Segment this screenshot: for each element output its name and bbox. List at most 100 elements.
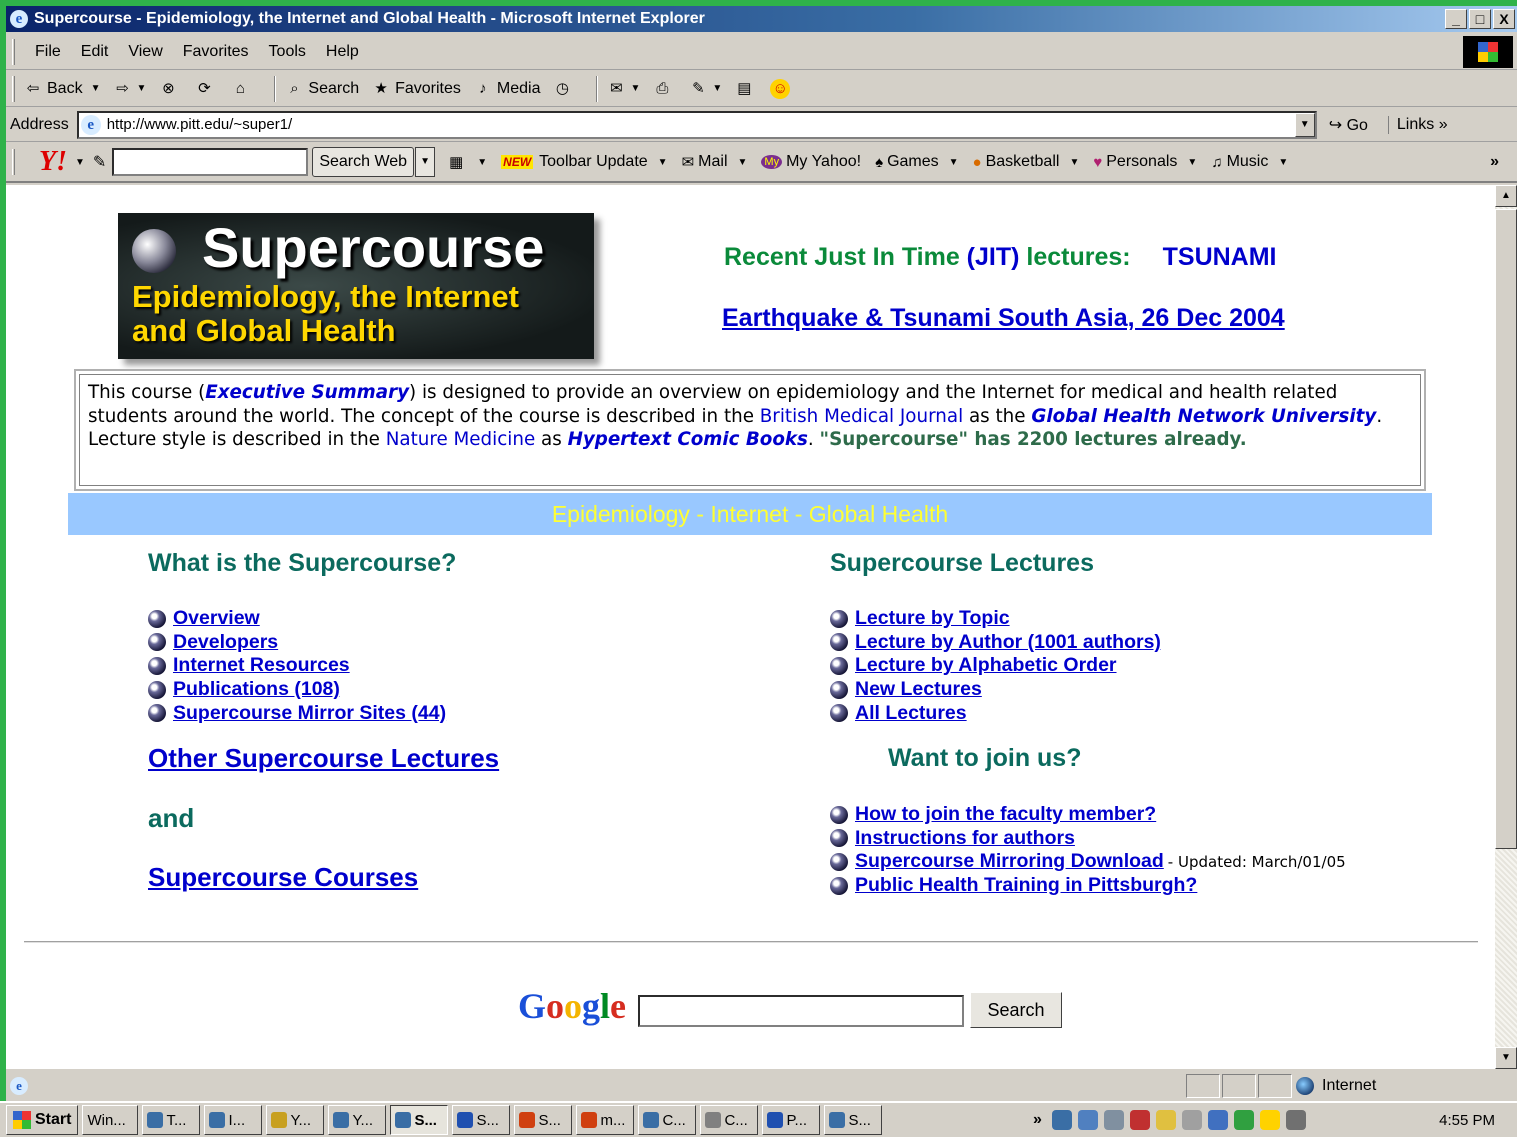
earthquake-tsunami-link[interactable]: Earthquake & Tsunami South Asia, 26 Dec … xyxy=(722,304,1285,333)
stop-button[interactable]: ⊗ xyxy=(158,79,182,99)
lecture-by-topic-link[interactable]: Lecture by Topic xyxy=(855,607,1010,630)
task-button[interactable]: m... xyxy=(576,1105,635,1135)
all-lectures-link[interactable]: All Lectures xyxy=(855,702,967,725)
more-buttons-chevron[interactable]: » xyxy=(1490,153,1499,171)
back-button[interactable]: ⇦ Back ▼ xyxy=(23,79,101,99)
print-button[interactable]: ⎙ xyxy=(652,79,676,99)
volume-icon[interactable] xyxy=(1155,1110,1176,1130)
tray-icon[interactable] xyxy=(1285,1110,1306,1130)
games-button[interactable]: ♠ Games ▼ xyxy=(875,153,958,171)
pencil-icon[interactable]: ✎ xyxy=(93,152,106,172)
highlight-button[interactable]: ▦ ▼ xyxy=(449,153,487,171)
messenger-button[interactable]: ☺ xyxy=(770,78,794,99)
task-button[interactable]: I... xyxy=(204,1105,263,1135)
lecture-alphabetic-link[interactable]: Lecture by Alphabetic Order xyxy=(855,654,1117,677)
bmj-link[interactable]: British Medical Journal xyxy=(760,406,963,427)
personals-button[interactable]: ♥ Personals ▼ xyxy=(1093,153,1197,171)
history-button[interactable]: ◷ xyxy=(552,79,576,99)
discuss-button[interactable]: ▤ xyxy=(734,79,758,99)
yahoo-logo-icon[interactable]: Y! xyxy=(39,146,67,178)
mirror-sites-link[interactable]: Supercourse Mirror Sites (44) xyxy=(173,702,446,725)
hypertext-comic-books-link[interactable]: Hypertext Comic Books xyxy=(568,429,808,450)
close-button[interactable]: X xyxy=(1493,9,1515,29)
menu-tools[interactable]: Tools xyxy=(259,43,316,61)
menu-favorites[interactable]: Favorites xyxy=(173,43,259,61)
other-lectures-link[interactable]: Other Supercourse Lectures xyxy=(148,743,499,774)
overview-link[interactable]: Overview xyxy=(173,607,260,630)
google-search-input[interactable] xyxy=(638,995,964,1027)
basketball-button[interactable]: ● Basketball ▼ xyxy=(973,153,1080,171)
pittsburgh-training-link[interactable]: Public Health Training in Pittsburgh? xyxy=(855,874,1197,897)
quicklaunch-icon[interactable] xyxy=(1103,1110,1124,1130)
task-button[interactable]: Y... xyxy=(266,1105,325,1135)
menu-edit[interactable]: Edit xyxy=(71,43,119,61)
publications-link[interactable]: Publications (108) xyxy=(173,678,340,701)
menu-help[interactable]: Help xyxy=(316,43,369,61)
quicklaunch-icon[interactable] xyxy=(1077,1110,1098,1130)
favorites-button[interactable]: ★ Favorites xyxy=(371,79,461,99)
task-button[interactable]: Y... xyxy=(328,1105,387,1135)
task-button[interactable]: C... xyxy=(638,1105,697,1135)
toolbar-update-button[interactable]: NEW Toolbar Update ▼ xyxy=(501,153,668,171)
quicklaunch-icon[interactable] xyxy=(1129,1110,1150,1130)
menu-file[interactable]: File xyxy=(25,43,71,61)
chevron-down-icon[interactable]: ▼ xyxy=(91,83,101,94)
mail-button[interactable]: ✉ ▼ xyxy=(606,79,640,99)
lecture-by-author-link[interactable]: Lecture by Author (1001 authors) xyxy=(855,631,1161,654)
supercourse-courses-link[interactable]: Supercourse Courses xyxy=(148,862,418,893)
executive-summary-link[interactable]: Executive Summary xyxy=(205,382,409,403)
quicklaunch-ie-icon[interactable] xyxy=(1051,1110,1072,1130)
tray-more-chevron[interactable]: » xyxy=(1033,1111,1042,1129)
vertical-scrollbar[interactable]: ▲ ▼ xyxy=(1495,185,1517,1069)
my-yahoo-button[interactable]: My My Yahoo! xyxy=(761,153,861,171)
search-web-button[interactable]: Search Web xyxy=(312,147,415,177)
maximize-button[interactable]: □ xyxy=(1469,9,1491,29)
go-button[interactable]: ↪ Go xyxy=(1329,115,1368,135)
chevron-down-icon[interactable]: ▼ xyxy=(630,83,640,94)
chevron-down-icon[interactable]: ▼ xyxy=(75,157,85,168)
task-button[interactable]: C... xyxy=(700,1105,759,1135)
menu-view[interactable]: View xyxy=(118,43,172,61)
network-icon[interactable] xyxy=(1207,1110,1228,1130)
scroll-down-button[interactable]: ▼ xyxy=(1495,1047,1517,1069)
nature-medicine-link[interactable]: Nature Medicine xyxy=(386,429,535,450)
forward-button[interactable]: ⇨ ▼ xyxy=(112,79,146,99)
media-button[interactable]: ♪ Media xyxy=(473,79,540,99)
google-search-button[interactable]: Search xyxy=(970,992,1062,1028)
task-button[interactable]: P... xyxy=(762,1105,821,1135)
global-health-network-link[interactable]: Global Health Network University xyxy=(1031,406,1376,427)
chevron-down-icon[interactable]: ▼ xyxy=(415,147,436,177)
scroll-up-button[interactable]: ▲ xyxy=(1495,185,1517,207)
home-button[interactable]: ⌂ xyxy=(230,79,254,99)
task-button[interactable]: S... xyxy=(452,1105,511,1135)
yahoo-search-input[interactable] xyxy=(112,148,309,176)
links-button[interactable]: Links » xyxy=(1387,115,1448,134)
task-button-active[interactable]: S... xyxy=(390,1105,449,1135)
instructions-authors-link[interactable]: Instructions for authors xyxy=(855,827,1075,850)
music-button[interactable]: ♫ Music ▼ xyxy=(1211,153,1288,171)
address-input[interactable]: e http://www.pitt.edu/~super1/ ▼ xyxy=(76,110,1317,139)
edit-button[interactable]: ✎ ▼ xyxy=(688,79,722,99)
internet-resources-link[interactable]: Internet Resources xyxy=(173,654,350,677)
refresh-button[interactable]: ⟳ xyxy=(194,79,218,99)
tray-icon[interactable] xyxy=(1181,1110,1202,1130)
developers-link[interactable]: Developers xyxy=(173,631,278,654)
task-button[interactable]: S... xyxy=(824,1105,883,1135)
antivirus-icon[interactable] xyxy=(1233,1110,1254,1130)
task-button[interactable]: S... xyxy=(514,1105,573,1135)
chevron-down-icon[interactable]: ▼ xyxy=(1294,112,1315,137)
new-lectures-link[interactable]: New Lectures xyxy=(855,678,982,701)
minimize-button[interactable]: _ xyxy=(1445,9,1467,29)
task-button[interactable]: Win... xyxy=(82,1105,139,1135)
mirroring-download-link[interactable]: Supercourse Mirroring Download xyxy=(855,850,1164,873)
scroll-thumb[interactable] xyxy=(1495,209,1517,849)
start-button[interactable]: Start xyxy=(6,1105,79,1135)
messenger-icon[interactable] xyxy=(1259,1110,1280,1130)
task-button[interactable]: T... xyxy=(142,1105,201,1135)
join-faculty-link[interactable]: How to join the faculty member? xyxy=(855,803,1156,826)
chevron-down-icon[interactable]: ▼ xyxy=(712,83,722,94)
chevron-down-icon[interactable]: ▼ xyxy=(136,83,146,94)
tsunami-link[interactable]: TSUNAMI xyxy=(1163,243,1277,271)
search-button[interactable]: ⌕ Search xyxy=(284,79,359,99)
jit-link[interactable]: (JIT) xyxy=(967,243,1020,271)
